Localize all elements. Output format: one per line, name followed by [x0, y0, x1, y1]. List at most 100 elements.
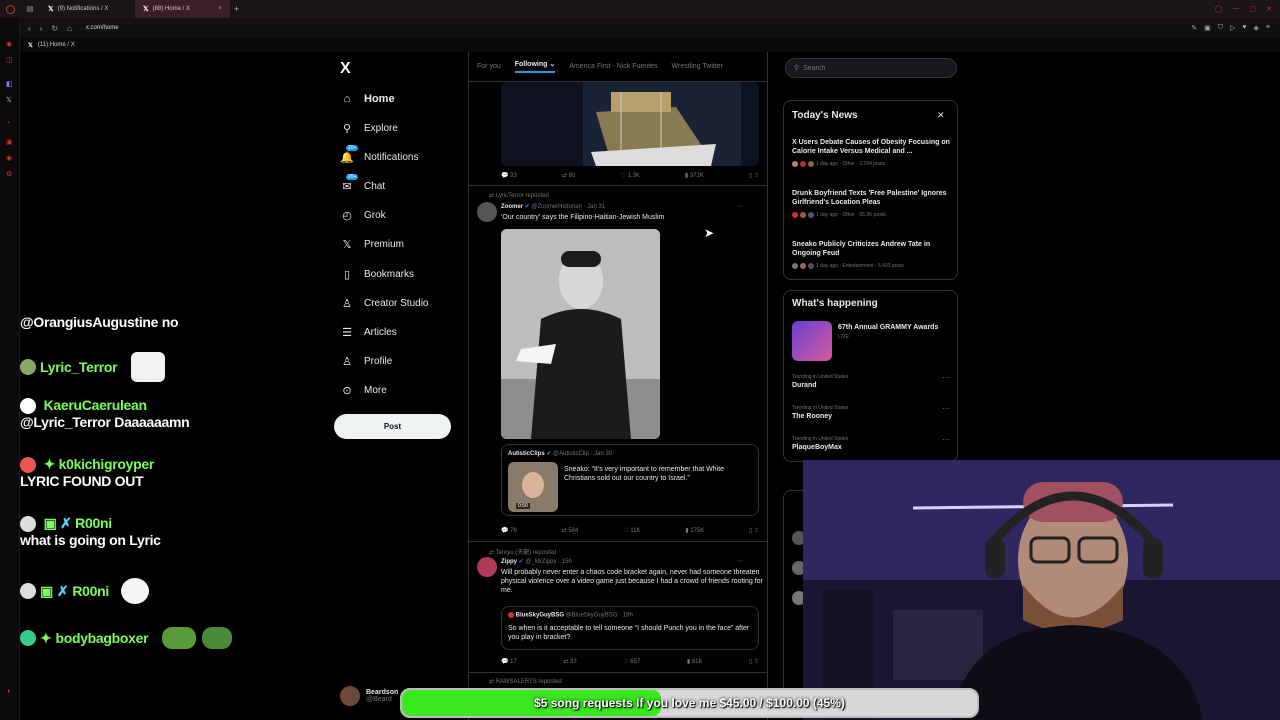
video-thumbnail[interactable]: 0:50 — [508, 462, 558, 512]
workspace-tab[interactable]: (11) Home / X — [38, 42, 75, 48]
nav-item-bookmarks[interactable]: ▯ Bookmarks — [340, 265, 414, 283]
avatar[interactable] — [477, 557, 497, 577]
search-box[interactable]: ⚲ Search — [785, 58, 957, 78]
forward-icon[interactable]: › — [40, 24, 43, 33]
repost-line: ⇄ Tenryu (天龍) reposted — [489, 550, 557, 556]
account-switcher[interactable]: Beardson @Beard — [340, 686, 398, 706]
trend-item[interactable]: Durand — [792, 382, 817, 389]
close-icon[interactable]: ✕ — [937, 110, 945, 121]
sidebar-icon-4[interactable]: ▣ — [6, 138, 13, 146]
nav-item-premium[interactable]: 𝕏 Premium — [340, 235, 404, 253]
more-icon[interactable]: ⋯ — [737, 203, 743, 210]
nav-item-chat[interactable]: ✉ 20+ Chat — [340, 173, 385, 195]
nav-item-explore[interactable]: ⚲ Explore — [340, 119, 398, 137]
pin-icon[interactable]: ✎ — [1191, 24, 1197, 32]
nav-item-more[interactable]: ⊙ More — [340, 381, 386, 399]
tweet-image-boat[interactable] — [501, 82, 759, 166]
news-item[interactable]: Sneako Publicly Criticizes Andrew Tate i… — [792, 240, 952, 258]
nav-item-creator-studio[interactable]: ♙ Creator Studio — [340, 294, 428, 312]
tab-list-america-first[interactable]: America First - Nick Fuentes — [569, 63, 657, 70]
x-sidebar-icon[interactable]: 𝕏 — [6, 96, 12, 104]
nav-item-notifications[interactable]: 🔔 20+ Notifications — [340, 144, 418, 166]
settings-icon[interactable]: ⚙ — [6, 170, 12, 178]
quote-tweet[interactable]: AutisticClips ✔ @AutisticClip · Jan 30 0… — [501, 444, 759, 516]
nav-item-home[interactable]: ⌂ Home — [340, 90, 395, 108]
bookmark-button[interactable]: ▯ ⇪ — [749, 527, 759, 534]
quote-tweet[interactable]: BlueSkyGuyBSG @BlueSkyGuyBSG · 19h So wh… — [501, 606, 759, 650]
chat-message: ▣ ✗ R00ni — [20, 578, 149, 604]
sidebar-icon-2[interactable]: ◫ — [6, 56, 13, 64]
more-icon[interactable]: ⋯ — [942, 404, 950, 413]
repost-button[interactable]: ⇄ 584 — [562, 527, 579, 534]
sidebar-toggle-icon[interactable]: ▤ — [20, 5, 40, 13]
grok-icon: ◴ — [342, 209, 352, 222]
nav-label: Premium — [364, 238, 405, 250]
tab-home[interactable]: 𝕏 (88) Home / X × — [135, 0, 230, 18]
tab-notifications[interactable]: 𝕏 (9) Notifications / X — [40, 0, 135, 18]
nav-item-grok[interactable]: ◴ Grok — [340, 206, 385, 224]
reply-button[interactable]: 💬 17 — [501, 658, 517, 665]
minimize-icon[interactable]: — — [1233, 5, 1240, 13]
search-input[interactable]: Search — [803, 65, 825, 72]
author-name[interactable]: Zoomer — [501, 204, 523, 210]
nav-item-articles[interactable]: ☰ Articles — [340, 323, 397, 341]
browser-logo-icon[interactable] — [0, 0, 20, 18]
url-field[interactable]: x.com/home — [86, 25, 119, 31]
x-logo[interactable]: X — [340, 60, 351, 78]
bookmark-button[interactable]: ▯ ⇪ — [749, 172, 759, 179]
vpn-icon[interactable]: ◯ — [1215, 5, 1223, 13]
sidebar-icon-5[interactable]: ◉ — [6, 154, 12, 162]
bookmark-button[interactable]: ▯ ⇪ — [749, 658, 759, 665]
views-button[interactable]: ▮ 81K — [687, 658, 703, 665]
home-browser-icon[interactable]: ⌂ — [67, 24, 72, 33]
reload-icon[interactable]: ↻ — [51, 24, 58, 33]
nav-item-profile[interactable]: ♙ Profile — [340, 352, 392, 370]
views-button[interactable]: ▮ 372K — [685, 172, 704, 179]
more-icon[interactable]: ⋯ — [942, 373, 950, 382]
new-tab-icon[interactable]: + — [234, 4, 239, 14]
repost-button[interactable]: ⇄ 33 — [563, 658, 576, 665]
more-icon[interactable]: ⋯ — [942, 435, 950, 444]
close-window-icon[interactable]: ✕ — [1266, 5, 1272, 13]
news-meta: 1 day ago · Other · 2,294 posts — [792, 161, 885, 167]
sidebar-icon-6[interactable]: ◑ — [6, 688, 10, 695]
post-button[interactable]: Post — [334, 414, 451, 439]
menu-icon[interactable]: ≡ — [1266, 24, 1270, 32]
tab-following[interactable]: Following ⌄ — [514, 60, 556, 73]
news-item[interactable]: X Users Debate Causes of Obesity Focusin… — [792, 138, 952, 156]
event-title[interactable]: 67th Annual GRAMMY Awards — [838, 324, 938, 331]
play-icon[interactable]: ▷ — [1230, 24, 1235, 32]
news-meta: 1 day ago · Entertainment · 5,433 posts — [792, 263, 904, 269]
more-icon[interactable]: ⋯ — [737, 558, 743, 565]
shield-icon[interactable]: ⛉ — [1218, 24, 1223, 32]
trend-item[interactable]: The Rooney — [792, 413, 832, 420]
heart-icon[interactable]: ♥ — [1242, 24, 1246, 32]
close-tab-icon[interactable]: × — [218, 6, 222, 12]
twitch-icon[interactable]: ◧ — [6, 80, 13, 88]
news-item[interactable]: Drunk Boyfriend Texts 'Free Palestine' I… — [792, 189, 952, 207]
tab-list-wrestling[interactable]: Wrestling Twitter — [672, 63, 723, 70]
like-button[interactable]: ♡ 1.3K — [620, 172, 639, 179]
tweet-header: Zippy ✔ @_MrZippy · 15h — [501, 559, 572, 565]
tab-for-you[interactable]: For you — [477, 63, 501, 70]
reply-button[interactable]: 💬 93 — [501, 172, 517, 179]
sidebar-icon-1[interactable]: ◉ — [6, 40, 12, 48]
tweet-image-photo[interactable] — [501, 229, 660, 439]
like-button[interactable]: ♡ 11K — [623, 527, 640, 534]
repost-button[interactable]: ⇄ 80 — [562, 172, 575, 179]
cube-icon[interactable]: ◈ — [1254, 24, 1259, 32]
event-thumbnail[interactable] — [792, 321, 832, 361]
trend-item[interactable]: PlaqueBoyMax — [792, 444, 842, 451]
snapshot-icon[interactable]: ▣ — [1204, 24, 1211, 32]
avatar[interactable] — [477, 202, 497, 222]
maximize-icon[interactable]: ▢ — [1250, 5, 1257, 13]
reply-button[interactable]: 💬 76 — [501, 527, 517, 534]
back-icon[interactable]: ‹ — [28, 24, 31, 33]
event-status: LIVE — [838, 334, 849, 340]
articles-icon: ☰ — [342, 326, 352, 339]
x-favicon-icon: 𝕏 — [48, 6, 54, 13]
views-button[interactable]: ▮ 175K — [685, 527, 704, 534]
like-button[interactable]: ♡ 657 — [623, 658, 640, 665]
author-name[interactable]: Zippy — [501, 559, 517, 565]
sidebar-icon-3[interactable]: ◔ — [6, 120, 10, 127]
